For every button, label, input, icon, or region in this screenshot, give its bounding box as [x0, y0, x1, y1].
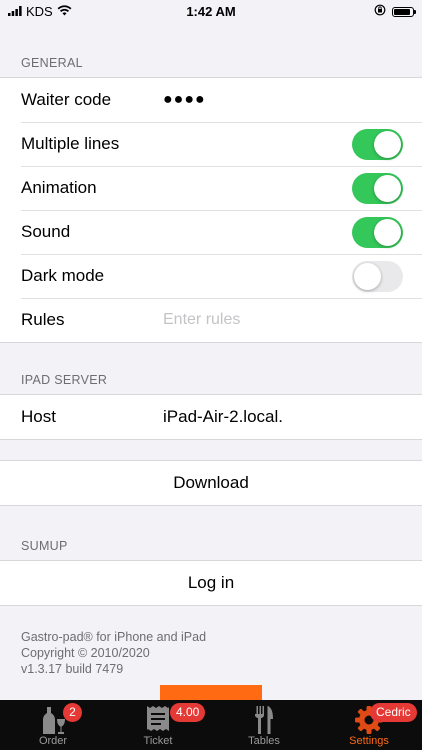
- app-info: Gastro-pad® for iPhone and iPad Copyrigh…: [21, 629, 206, 677]
- status-right: [374, 4, 416, 19]
- status-bar: KDS 1:42 AM: [0, 0, 422, 24]
- waiter-code-field[interactable]: ●●●●: [163, 91, 206, 109]
- app-info-line-2: Copyright © 2010/2020: [21, 646, 150, 660]
- animation-label: Animation: [21, 178, 97, 197]
- ticket-icon: [146, 705, 170, 738]
- host-field[interactable]: iPad-Air-2.local.: [163, 407, 283, 427]
- ipad-server-header: IPAD SERVER: [21, 373, 108, 387]
- login-button[interactable]: Log in: [0, 561, 422, 605]
- tab-ticket[interactable]: 4.00 Ticket: [108, 700, 208, 750]
- dark-mode-row: Dark mode: [0, 254, 422, 298]
- general-group: Waiter code ●●●● Multiple lines Animatio…: [0, 77, 422, 343]
- orientation-lock-icon: [374, 4, 386, 19]
- download-button[interactable]: Download: [0, 461, 422, 505]
- dark-mode-toggle[interactable]: [352, 260, 403, 292]
- download-group: Download: [0, 460, 422, 506]
- sumup-group: Log in: [0, 560, 422, 606]
- tab-tables-label: Tables: [248, 735, 280, 747]
- animation-row: Animation: [0, 166, 422, 210]
- ticket-badge: 4.00: [170, 703, 206, 722]
- toggle-knob: [374, 174, 401, 202]
- settings-badge: Cedric: [370, 703, 417, 722]
- multiple-lines-label: Multiple lines: [21, 134, 120, 153]
- toggle-knob: [374, 130, 401, 158]
- order-badge: 2: [63, 703, 82, 722]
- tab-ticket-label: Ticket: [143, 735, 173, 747]
- toggle-knob: [374, 218, 401, 246]
- ipad-server-group: Host iPad-Air-2.local.: [0, 394, 422, 440]
- dark-mode-label: Dark mode: [21, 266, 105, 285]
- host-row[interactable]: Host iPad-Air-2.local.: [0, 395, 422, 439]
- battery-fill: [394, 8, 410, 15]
- waiter-code-label: Waiter code: [21, 90, 112, 109]
- status-time: 1:42 AM: [186, 4, 236, 19]
- sumup-header: SUMUP: [21, 539, 68, 553]
- accent-bar: [160, 685, 262, 700]
- login-label: Log in: [187, 573, 235, 592]
- multiple-lines-row: Multiple lines: [0, 122, 422, 166]
- rules-label: Rules: [21, 310, 65, 329]
- waiter-code-row[interactable]: Waiter code ●●●●: [0, 78, 422, 122]
- sound-label: Sound: [21, 222, 71, 241]
- general-header: GENERAL: [21, 56, 83, 70]
- tab-tables[interactable]: Tables: [214, 700, 314, 750]
- tab-bar: 2 Order 4.00 Ticket Tables Cedric Settin…: [0, 700, 422, 750]
- multiple-lines-toggle[interactable]: [352, 128, 403, 160]
- app-info-line-3: v1.3.17 build 7479: [21, 662, 124, 676]
- tab-order-label: Order: [38, 735, 68, 747]
- sound-row: Sound: [0, 210, 422, 254]
- app-info-line-1: Gastro-pad® for iPhone and iPad: [21, 630, 207, 644]
- host-label: Host: [21, 407, 56, 426]
- tab-settings-label: Settings: [349, 735, 389, 747]
- tab-settings[interactable]: Cedric Settings: [319, 700, 419, 750]
- rules-input[interactable]: Enter rules: [163, 311, 240, 329]
- animation-toggle[interactable]: [352, 172, 403, 204]
- tab-order[interactable]: 2 Order: [3, 700, 103, 750]
- rules-row[interactable]: Rules Enter rules: [0, 298, 422, 342]
- toggle-knob: [354, 262, 381, 290]
- sound-toggle[interactable]: [352, 216, 403, 248]
- battery-icon: [392, 6, 416, 17]
- download-label: Download: [173, 473, 249, 492]
